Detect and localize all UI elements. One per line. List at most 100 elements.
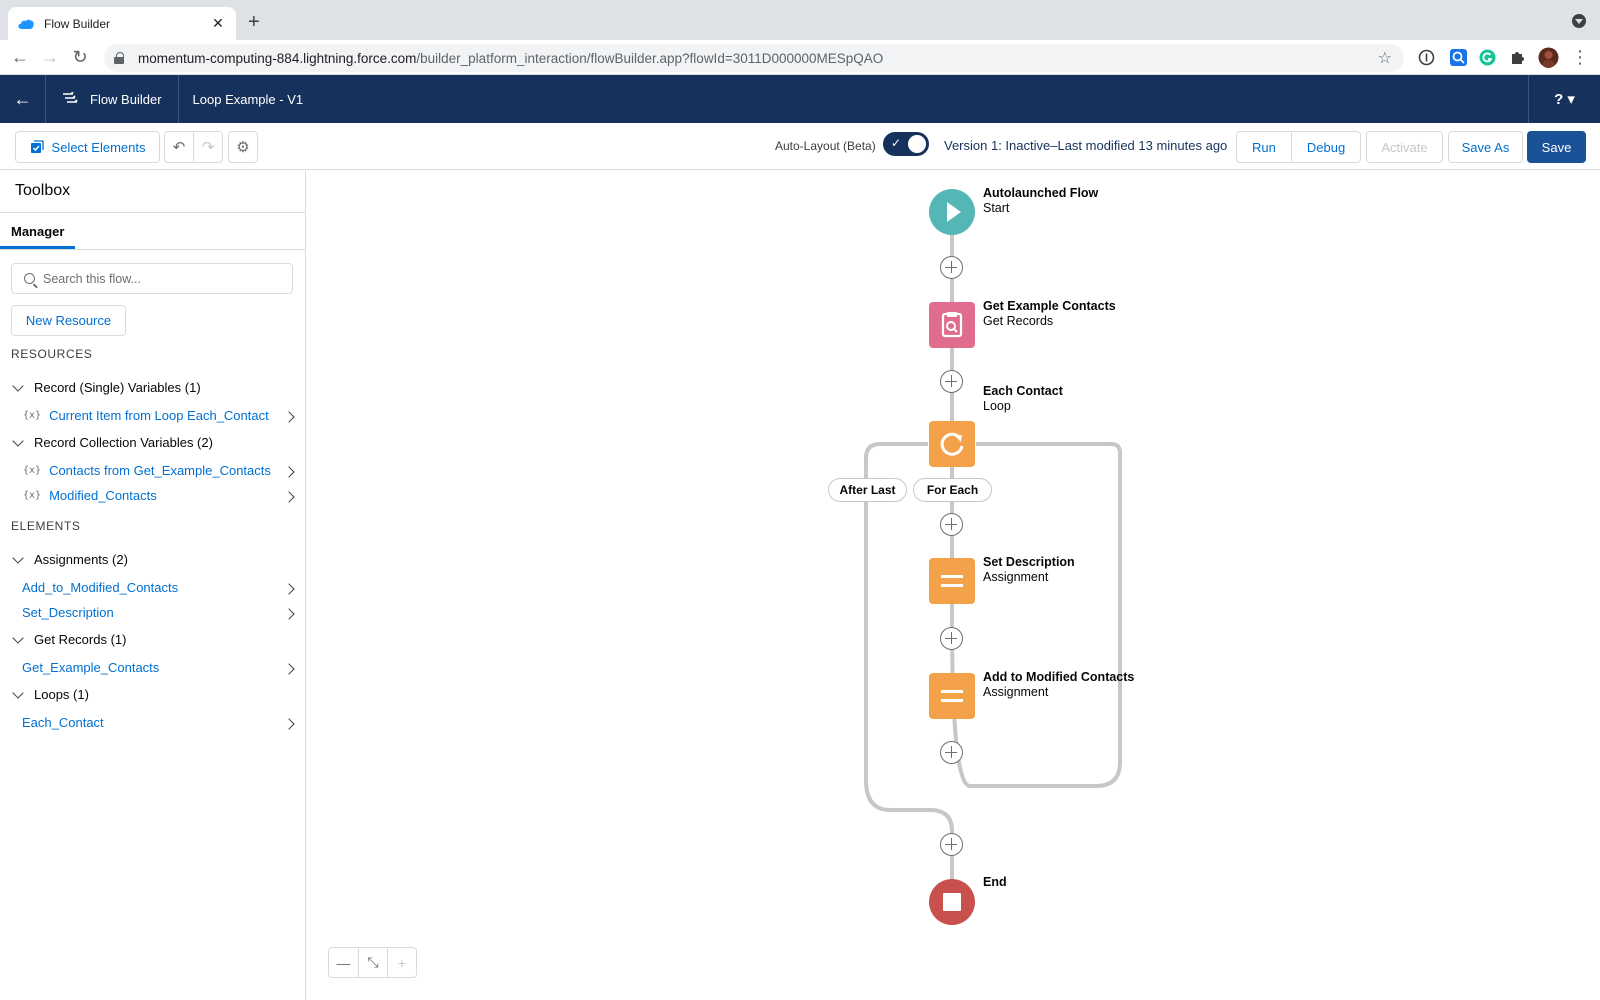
element-item[interactable]: Set_Description bbox=[22, 605, 114, 620]
resource-item[interactable]: {x} Current Item from Loop Each_Contact bbox=[23, 408, 269, 423]
run-debug-group: Run Debug bbox=[1236, 131, 1362, 163]
node-subtitle: Loop bbox=[983, 399, 1011, 413]
profile-avatar[interactable] bbox=[1538, 47, 1559, 68]
debug-button[interactable]: Debug bbox=[1290, 132, 1360, 162]
set-description-node-label: Set Description Assignment bbox=[983, 555, 1075, 585]
group-get-records[interactable]: Get Records (1) bbox=[11, 631, 126, 647]
chevron-right-icon[interactable] bbox=[283, 583, 295, 595]
save-button[interactable]: Save bbox=[1527, 131, 1586, 163]
run-button[interactable]: Run bbox=[1237, 132, 1291, 162]
tab-search-icon[interactable] bbox=[1572, 14, 1586, 28]
chevron-right-icon[interactable] bbox=[283, 608, 295, 620]
address-bar[interactable]: momentum-computing-884.lightning.force.c… bbox=[104, 44, 1404, 72]
variable-icon: {x} bbox=[23, 465, 42, 476]
add-element-button[interactable] bbox=[940, 627, 963, 650]
end-node[interactable] bbox=[929, 879, 975, 925]
extensions-puzzle-icon[interactable] bbox=[1509, 49, 1526, 66]
grammarly-icon[interactable] bbox=[1479, 49, 1496, 66]
toolbox-panel: Toolbox Manager New Resource RESOURCES R… bbox=[0, 171, 306, 1000]
zoom-in-button[interactable]: + bbox=[387, 948, 416, 977]
zoom-controls: — ⤡ + bbox=[328, 947, 417, 978]
redo-button[interactable]: ↷ bbox=[193, 131, 223, 163]
add-element-button[interactable] bbox=[940, 513, 963, 536]
auto-layout-label: Auto-Layout (Beta) bbox=[775, 139, 876, 153]
element-item[interactable]: Get_Example_Contacts bbox=[22, 660, 159, 675]
extension-search-icon[interactable] bbox=[1449, 48, 1468, 67]
tab-manager[interactable]: Manager bbox=[11, 224, 64, 239]
group-label: Loops (1) bbox=[34, 687, 89, 702]
node-subtitle: Assignment bbox=[983, 685, 1049, 699]
auto-layout-toggle[interactable]: ✓ bbox=[883, 132, 929, 156]
add-to-modified-contacts-node[interactable] bbox=[929, 673, 975, 719]
node-title: Get Example Contacts bbox=[983, 299, 1116, 313]
add-element-button[interactable] bbox=[940, 370, 963, 393]
group-loops[interactable]: Loops (1) bbox=[11, 686, 89, 702]
app-name: Flow Builder bbox=[90, 91, 162, 107]
select-elements-label: Select Elements bbox=[51, 139, 146, 155]
zoom-out-button[interactable]: — bbox=[329, 948, 358, 977]
chevron-down-icon bbox=[12, 379, 24, 392]
chevron-right-icon[interactable] bbox=[283, 411, 295, 423]
play-icon bbox=[947, 202, 961, 222]
help-menu-button[interactable]: ? ▾ bbox=[1528, 75, 1600, 123]
resource-item-label: Modified_Contacts bbox=[49, 488, 157, 503]
resource-item-label: Current Item from Loop Each_Contact bbox=[49, 408, 269, 423]
group-record-single-variables[interactable]: Record (Single) Variables (1) bbox=[11, 379, 201, 395]
node-title: Autolaunched Flow bbox=[983, 186, 1099, 200]
start-node[interactable] bbox=[929, 189, 975, 235]
flow-icon bbox=[63, 92, 78, 103]
arrow-left-icon: ← bbox=[13, 88, 32, 109]
reload-icon[interactable]: ↻ bbox=[68, 46, 92, 70]
set-description-node[interactable] bbox=[929, 558, 975, 604]
for-each-branch-label: For Each bbox=[913, 478, 992, 502]
chevron-down-icon bbox=[12, 686, 24, 699]
chevron-right-icon[interactable] bbox=[283, 718, 295, 730]
group-assignments[interactable]: Assignments (2) bbox=[11, 551, 128, 567]
node-subtitle: Start bbox=[983, 201, 1010, 215]
save-as-button[interactable]: Save As bbox=[1448, 131, 1523, 163]
element-item[interactable]: Add_to_Modified_Contacts bbox=[22, 580, 178, 595]
activate-button[interactable]: Activate bbox=[1366, 131, 1443, 163]
resource-item[interactable]: {x} Modified_Contacts bbox=[23, 488, 157, 503]
loop-node-label: Each Contact Loop bbox=[983, 384, 1063, 414]
flow-canvas[interactable]: Autolaunched Flow Start Get Example Cont… bbox=[306, 171, 1600, 1000]
forward-arrow-icon[interactable]: → bbox=[38, 46, 62, 70]
chevron-down-icon bbox=[12, 551, 24, 564]
select-elements-button[interactable]: Select Elements bbox=[15, 131, 160, 163]
settings-button[interactable]: ⚙ bbox=[228, 131, 258, 163]
password-manager-icon[interactable] bbox=[1418, 49, 1435, 66]
element-item[interactable]: Each_Contact bbox=[22, 715, 104, 730]
chevron-right-icon[interactable] bbox=[283, 663, 295, 675]
undo-button[interactable]: ↶ bbox=[164, 131, 194, 163]
search-icon bbox=[24, 273, 35, 284]
browser-tabstrip: Flow Builder ✕ + bbox=[0, 0, 1600, 40]
flow-builder-header: ← Flow Builder Loop Example - V1 ? ▾ bbox=[0, 75, 1600, 123]
chevron-right-icon[interactable] bbox=[283, 491, 295, 503]
browser-tab[interactable]: Flow Builder ✕ bbox=[8, 7, 236, 40]
chevron-right-icon[interactable] bbox=[283, 466, 295, 478]
bookmark-star-icon[interactable]: ☆ bbox=[1378, 48, 1392, 68]
chevron-down-icon bbox=[12, 631, 24, 644]
browser-menu-icon[interactable]: ⋮ bbox=[1568, 46, 1592, 70]
add-element-button[interactable] bbox=[940, 741, 963, 764]
add-element-button[interactable] bbox=[940, 833, 963, 856]
back-arrow-icon[interactable]: ← bbox=[8, 46, 32, 70]
back-button[interactable]: ← bbox=[0, 75, 46, 123]
resource-item[interactable]: {x} Contacts from Get_Example_Contacts bbox=[23, 463, 271, 478]
toolbox-title: Toolbox bbox=[15, 182, 71, 199]
get-records-node[interactable] bbox=[929, 302, 975, 348]
new-tab-button[interactable]: + bbox=[248, 11, 260, 34]
loop-node[interactable] bbox=[929, 421, 975, 467]
divider bbox=[0, 212, 305, 213]
node-subtitle: Get Records bbox=[983, 314, 1054, 328]
start-node-label: Autolaunched Flow Start bbox=[983, 186, 1098, 216]
group-record-collection-variables[interactable]: Record Collection Variables (2) bbox=[11, 434, 213, 450]
search-input[interactable] bbox=[43, 271, 283, 286]
new-resource-button[interactable]: New Resource bbox=[11, 305, 126, 336]
search-field[interactable] bbox=[11, 263, 293, 294]
browser-toolbar: ← → ↻ momentum-computing-884.lightning.f… bbox=[0, 40, 1600, 75]
fit-to-view-button[interactable]: ⤡ bbox=[358, 948, 387, 977]
assignment-icon bbox=[941, 575, 963, 587]
add-element-button[interactable] bbox=[940, 256, 963, 279]
close-tab-icon[interactable]: ✕ bbox=[210, 15, 226, 32]
